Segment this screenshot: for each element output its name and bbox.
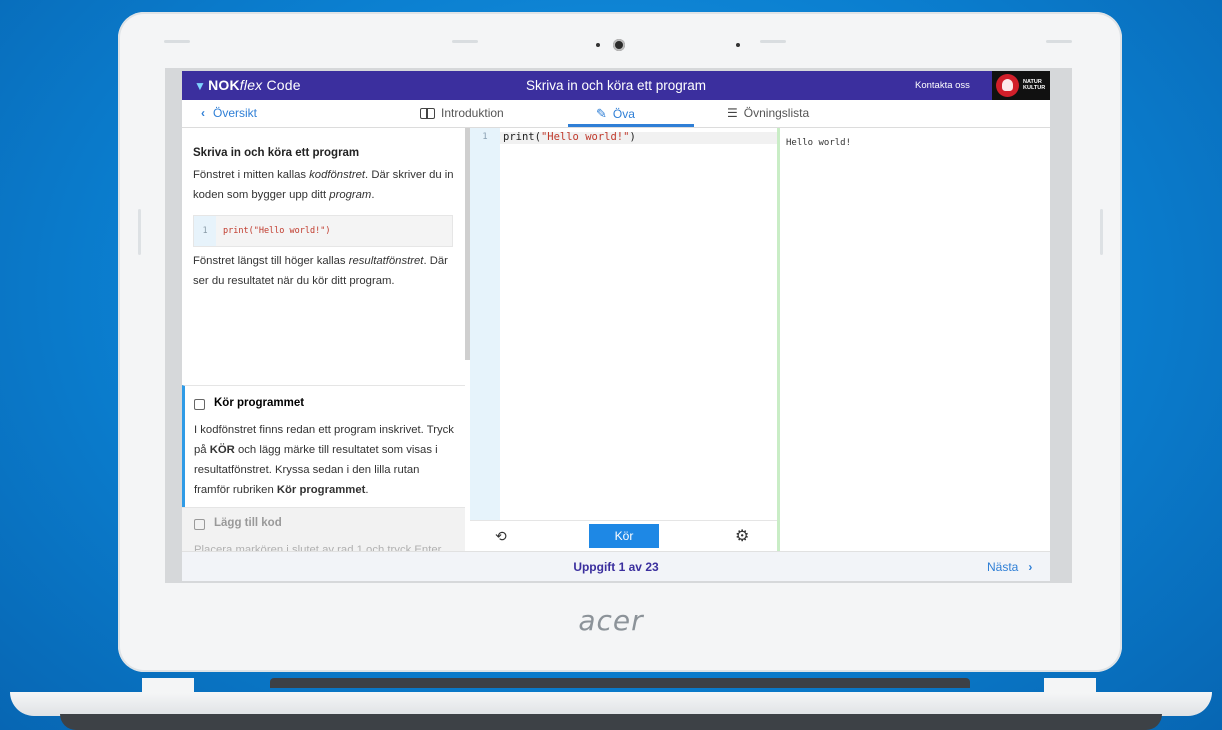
bottom-bar: Uppgift 1 av 23 Nästa › bbox=[182, 551, 1050, 581]
line-number-gutter: 1 bbox=[470, 128, 500, 520]
lid-bump bbox=[760, 40, 786, 43]
tab-introduktion[interactable]: Introduktion bbox=[420, 106, 504, 120]
instructions-paragraph-2: Fönstret längst till höger kallas result… bbox=[193, 255, 448, 287]
task-checkbox[interactable] bbox=[194, 519, 205, 530]
history-icon[interactable]: ⟲ bbox=[495, 528, 507, 545]
back-label: Översikt bbox=[213, 106, 258, 120]
natur-kultur-logo: NATUR KULTUR bbox=[992, 71, 1050, 100]
code-example-line-number: 1 bbox=[194, 216, 216, 246]
sub-navigation: ‹ Översikt Introduktion ✎ Öva ☰ Övningsli… bbox=[182, 100, 1050, 128]
task-description: Placera markören i slutet av rad 1 och t… bbox=[194, 544, 442, 551]
run-button[interactable]: Kör bbox=[589, 524, 659, 548]
lid-side-bump bbox=[138, 209, 141, 255]
active-tab-indicator bbox=[568, 124, 694, 127]
next-button[interactable]: Nästa › bbox=[987, 560, 1032, 574]
laptop-base bbox=[0, 684, 1222, 730]
code-editor[interactable]: 1 print("Hello world!") bbox=[470, 128, 777, 520]
instructions-panel[interactable]: Skriva in och köra ett program Fönstret … bbox=[182, 128, 465, 551]
task-title: Lägg till kod bbox=[214, 517, 282, 529]
pencil-icon: ✎ bbox=[596, 106, 607, 121]
instructions-paragraph-1: Fönstret i mitten kallas kodfönstret. Dä… bbox=[193, 169, 454, 201]
task-title: Kör programmet bbox=[214, 397, 305, 409]
task-description: I kodfönstret finns redan ett program in… bbox=[194, 424, 454, 496]
result-output: Hello world! bbox=[786, 138, 852, 148]
line-number: 1 bbox=[482, 132, 488, 142]
code-example-text: print("Hello world!") bbox=[223, 226, 331, 236]
lid-side-bump bbox=[1100, 209, 1103, 255]
tab-label: Övningslista bbox=[743, 106, 810, 120]
publisher-name: NATUR KULTUR bbox=[1023, 79, 1046, 91]
nokflex-app: ▼ NOKflex Code Skriva in och köra ett pro… bbox=[182, 71, 1050, 581]
laptop-base-top bbox=[10, 692, 1212, 716]
chevron-right-icon: › bbox=[1028, 560, 1033, 574]
contact-link[interactable]: Kontakta oss bbox=[915, 80, 970, 91]
tab-ovningslista[interactable]: ☰ Övningslista bbox=[727, 106, 809, 120]
lid-bump bbox=[164, 40, 190, 43]
sensor-dot bbox=[736, 43, 740, 47]
tab-label: Öva bbox=[612, 107, 635, 121]
editor-toolbar: ⟲ Kör ⚙ bbox=[470, 520, 777, 551]
tab-label: Introduktion bbox=[441, 106, 504, 120]
gear-icon[interactable]: ⚙ bbox=[735, 526, 749, 546]
lid-bump bbox=[452, 40, 478, 43]
task-progress: Uppgift 1 av 23 bbox=[573, 560, 659, 574]
lid-bump bbox=[1046, 40, 1072, 43]
top-bar: ▼ NOKflex Code Skriva in och köra ett pro… bbox=[182, 71, 1050, 100]
back-to-overview-link[interactable]: ‹ Översikt bbox=[201, 106, 257, 120]
checklist-icon: ☰ bbox=[727, 106, 738, 120]
task-checkbox[interactable] bbox=[194, 399, 205, 410]
tree-seal-icon bbox=[996, 74, 1019, 97]
webcam bbox=[613, 39, 625, 51]
task-kor-programmet: Kör programmet I kodfönstret finns redan… bbox=[182, 385, 465, 507]
tab-ova[interactable]: ✎ Öva bbox=[596, 106, 635, 122]
next-label: Nästa bbox=[987, 560, 1019, 574]
code-example: 1 print("Hello world!") bbox=[193, 215, 453, 247]
laptop-brand-logo: acer bbox=[578, 604, 644, 637]
instructions-heading: Skriva in och köra ett program bbox=[193, 147, 360, 159]
result-window: Hello world! bbox=[780, 128, 1050, 551]
chevron-left-icon: ‹ bbox=[201, 106, 205, 120]
code-line[interactable]: print("Hello world!") bbox=[503, 131, 636, 143]
sensor-dot bbox=[596, 43, 600, 47]
task-lagg-till-kod: Lägg till kod Placera markören i slutet … bbox=[182, 507, 465, 551]
book-icon bbox=[420, 107, 435, 119]
laptop-base-bottom bbox=[60, 714, 1162, 730]
